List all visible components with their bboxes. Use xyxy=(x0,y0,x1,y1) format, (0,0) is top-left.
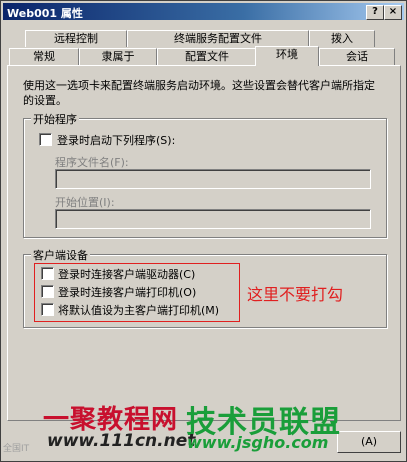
connect-drives-label: 登录时连接客户端驱动器(C) xyxy=(58,268,196,281)
program-filename-input[interactable] xyxy=(55,169,371,189)
tab-label: 会话 xyxy=(346,50,368,63)
client-devices-group-title: 客户端设备 xyxy=(31,247,90,263)
tab-description: 使用这一选项卡来配置终端服务启动环境。这些设置会替代客户端所指定的设置。 xyxy=(23,79,375,107)
connect-drives-checkbox[interactable] xyxy=(41,267,54,280)
default-printer-label: 将默认值设为主客户端打印机(M) xyxy=(58,304,220,317)
tab-member-of[interactable]: 隶属于 xyxy=(79,48,157,65)
tab-label: 常规 xyxy=(33,50,55,63)
tab-profile[interactable]: 配置文件 xyxy=(157,48,257,65)
apply-button[interactable]: (A) xyxy=(337,431,401,453)
tab-sessions[interactable]: 会话 xyxy=(319,48,395,65)
startup-group-title: 开始程序 xyxy=(31,111,79,127)
start-dir-label: 开始位置(I): xyxy=(55,196,115,209)
tab-label: 远程控制 xyxy=(54,32,98,45)
tab-label: 终端服务配置文件 xyxy=(174,32,262,45)
window-title: Web001 属性 xyxy=(7,7,83,20)
launch-program-label: 登录时启动下列程序(S): xyxy=(57,134,176,147)
tab-label: 隶属于 xyxy=(101,50,135,63)
tab-terminal-services-profile[interactable]: 终端服务配置文件 xyxy=(127,30,309,47)
close-button[interactable]: × xyxy=(384,5,402,20)
default-printer-checkbox[interactable] xyxy=(41,303,54,316)
tab-remote-control[interactable]: 远程控制 xyxy=(25,30,127,47)
annotation-note: 这里不要打勾 xyxy=(247,285,344,304)
connect-printers-checkbox[interactable] xyxy=(41,285,54,298)
program-filename-label: 程序文件名(F): xyxy=(55,156,129,169)
connect-printers-label: 登录时连接客户端打印机(O) xyxy=(58,286,197,299)
title-bar[interactable]: Web001 属性 ? × xyxy=(3,3,404,20)
start-dir-input[interactable] xyxy=(55,209,371,229)
properties-dialog: Web001 属性 ? × 远程控制 终端服务配置文件 拨入 常规 隶属于 配置… xyxy=(0,0,407,462)
tab-environment[interactable]: 环境 xyxy=(255,46,319,66)
watermark-grey-text: 全国IT xyxy=(3,444,30,454)
tab-label: 拨入 xyxy=(331,32,353,45)
watermark-left-url: www.111cn.net xyxy=(47,431,196,451)
tab-general[interactable]: 常规 xyxy=(9,48,79,65)
help-button[interactable]: ? xyxy=(366,5,384,20)
watermark-right-url: www.jsgho.com xyxy=(187,433,329,452)
tab-label: 环境 xyxy=(276,48,298,61)
tab-label: 配置文件 xyxy=(185,50,229,63)
launch-program-checkbox[interactable] xyxy=(39,133,52,146)
tab-dial-in[interactable]: 拨入 xyxy=(309,30,375,47)
